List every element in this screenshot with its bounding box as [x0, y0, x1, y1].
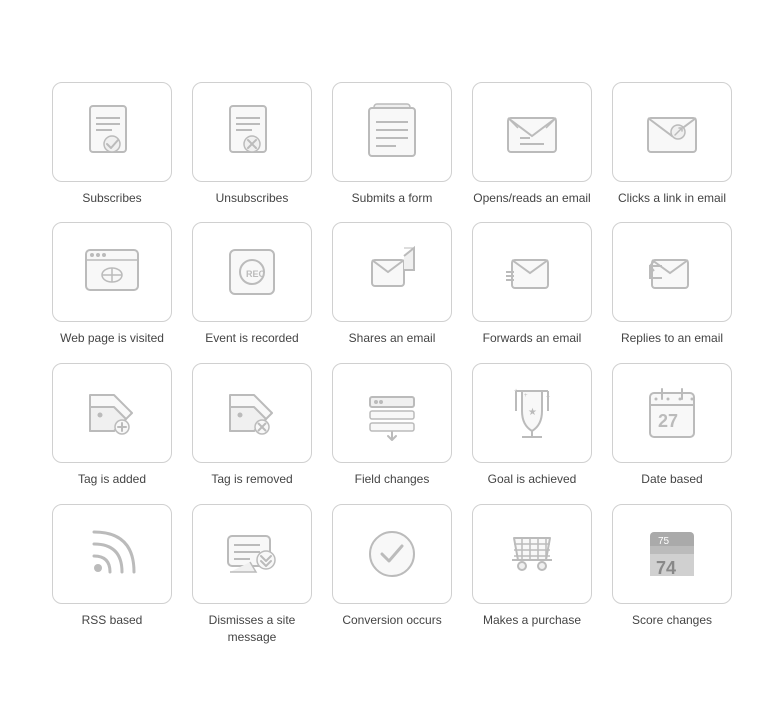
tile-score-changes[interactable]: 75 74 Score changes [607, 504, 737, 646]
icon-box-makes-purchase [472, 504, 592, 604]
icon-box-opens-reads-email [472, 82, 592, 182]
tile-rss-based[interactable]: RSS based [47, 504, 177, 646]
shares-email-label: Shares an email [349, 330, 436, 347]
goal-achieved-label: Goal is achieved [488, 471, 577, 488]
dismisses-site-message-icon [220, 522, 284, 586]
svg-text:+: + [546, 394, 550, 401]
makes-purchase-label: Makes a purchase [483, 612, 581, 629]
makes-purchase-icon [500, 522, 564, 586]
icon-box-goal-achieved: ★ + + + [472, 363, 592, 463]
replies-email-icon [640, 240, 704, 304]
subscribes-label: Subscribes [82, 190, 141, 207]
web-page-visited-icon [80, 240, 144, 304]
goal-achieved-icon: ★ + + + [500, 381, 564, 445]
svg-text:+: + [514, 388, 518, 395]
tile-event-recorded[interactable]: REC Event is recorded [187, 222, 317, 347]
replies-email-label: Replies to an email [621, 330, 723, 347]
tile-field-changes[interactable]: Field changes [327, 363, 457, 488]
tag-added-label: Tag is added [78, 471, 146, 488]
tile-submits-form[interactable]: Submits a form [327, 82, 457, 207]
unsubscribes-icon [220, 100, 284, 164]
forwards-email-icon [500, 240, 564, 304]
clicks-link-email-icon [640, 100, 704, 164]
shares-email-icon [360, 240, 424, 304]
tile-tag-added[interactable]: Tag is added [47, 363, 177, 488]
tag-removed-label: Tag is removed [211, 471, 292, 488]
icon-box-rss-based [52, 504, 172, 604]
icon-box-submits-form [332, 82, 452, 182]
svg-text:27: 27 [658, 411, 678, 431]
svg-text:74: 74 [656, 558, 676, 578]
clicks-link-email-label: Clicks a link in email [618, 190, 726, 207]
icon-box-tag-added [52, 363, 172, 463]
submits-form-label: Submits a form [352, 190, 433, 207]
tile-subscribes[interactable]: Subscribes [47, 82, 177, 207]
submits-form-icon [360, 100, 424, 164]
tile-makes-purchase[interactable]: Makes a purchase [467, 504, 597, 646]
icon-box-shares-email [332, 222, 452, 322]
icon-box-clicks-link-email [612, 82, 732, 182]
trigger-grid: Subscribes Unsubscribes [47, 82, 737, 646]
icon-box-dismisses-site-message [192, 504, 312, 604]
tile-unsubscribes[interactable]: Unsubscribes [187, 82, 317, 207]
icon-box-date-based: 27 [612, 363, 732, 463]
tile-date-based[interactable]: 27 Date based [607, 363, 737, 488]
score-changes-label: Score changes [632, 612, 712, 629]
opens-reads-email-icon [500, 100, 564, 164]
tile-dismisses-site-message[interactable]: Dismisses a site message [187, 504, 317, 646]
icon-box-forwards-email [472, 222, 592, 322]
field-changes-icon [360, 381, 424, 445]
svg-text:75: 75 [658, 536, 670, 547]
date-based-icon: 27 [640, 381, 704, 445]
icon-box-field-changes [332, 363, 452, 463]
icon-box-event-recorded: REC [192, 222, 312, 322]
svg-text:★: ★ [528, 407, 537, 418]
tag-removed-icon [220, 381, 284, 445]
dismisses-site-message-label: Dismisses a site message [192, 612, 312, 646]
icon-box-replies-email [612, 222, 732, 322]
tile-tag-removed[interactable]: Tag is removed [187, 363, 317, 488]
opens-reads-email-label: Opens/reads an email [473, 190, 590, 207]
svg-text:REC: REC [246, 269, 266, 279]
forwards-email-label: Forwards an email [483, 330, 582, 347]
tile-goal-achieved[interactable]: ★ + + + Goal is achieved [467, 363, 597, 488]
tile-replies-email[interactable]: Replies to an email [607, 222, 737, 347]
icon-box-score-changes: 75 74 [612, 504, 732, 604]
icon-box-web-page-visited [52, 222, 172, 322]
tile-conversion-occurs[interactable]: Conversion occurs [327, 504, 457, 646]
event-recorded-icon: REC [220, 240, 284, 304]
conversion-occurs-icon [360, 522, 424, 586]
tile-web-page-visited[interactable]: Web page is visited [47, 222, 177, 347]
event-recorded-label: Event is recorded [205, 330, 298, 347]
rss-based-label: RSS based [82, 612, 143, 629]
icon-box-tag-removed [192, 363, 312, 463]
conversion-occurs-label: Conversion occurs [342, 612, 441, 629]
unsubscribes-label: Unsubscribes [216, 190, 289, 207]
tag-added-icon [80, 381, 144, 445]
icon-box-subscribes [52, 82, 172, 182]
tile-opens-reads-email[interactable]: Opens/reads an email [467, 82, 597, 207]
web-page-visited-label: Web page is visited [60, 330, 164, 347]
tile-shares-email[interactable]: Shares an email [327, 222, 457, 347]
tile-forwards-email[interactable]: Forwards an email [467, 222, 597, 347]
icon-box-unsubscribes [192, 82, 312, 182]
svg-text:+: + [524, 393, 528, 399]
date-based-label: Date based [641, 471, 702, 488]
subscribes-icon [80, 100, 144, 164]
field-changes-label: Field changes [355, 471, 430, 488]
icon-box-conversion-occurs [332, 504, 452, 604]
score-changes-icon: 75 74 [640, 522, 704, 586]
rss-based-icon [80, 522, 144, 586]
tile-clicks-link-email[interactable]: Clicks a link in email [607, 82, 737, 207]
